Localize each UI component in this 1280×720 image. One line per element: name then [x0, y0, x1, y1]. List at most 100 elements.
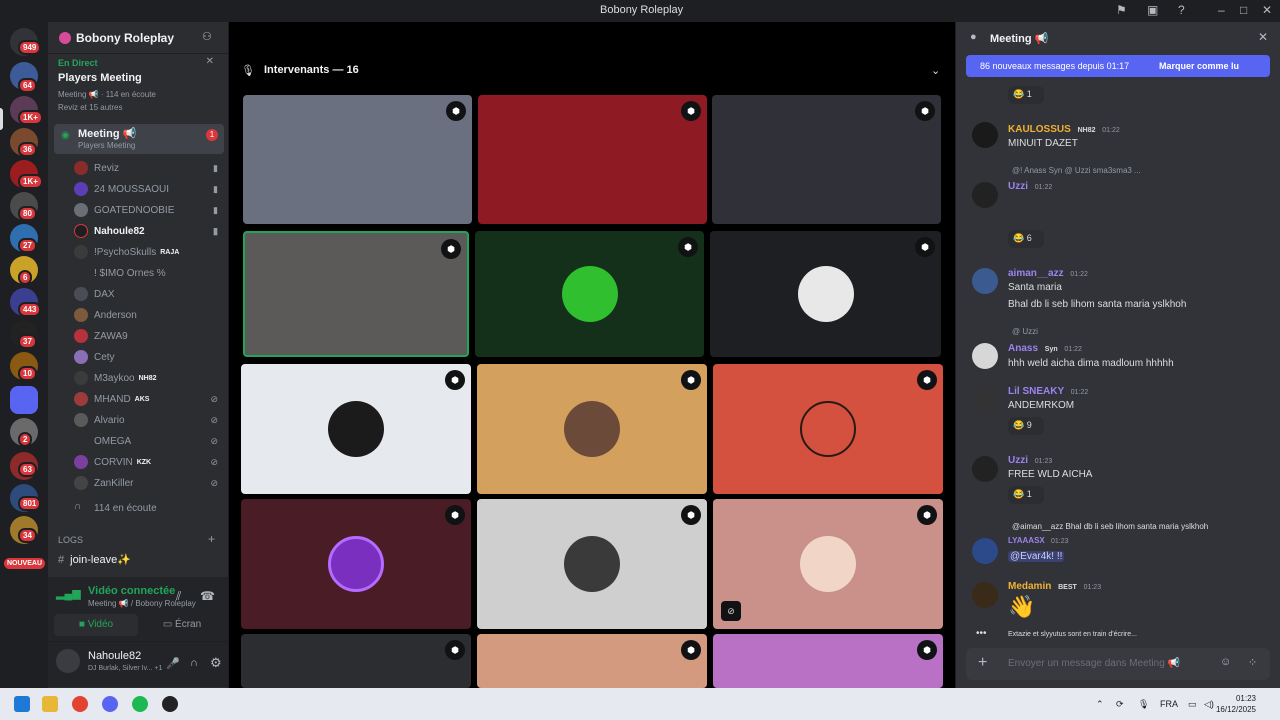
voice-member[interactable]: MHAND AKS ⊘: [74, 389, 224, 409]
avatar-tile[interactable]: ⬢: [241, 634, 471, 688]
language[interactable]: FRA: [1160, 699, 1178, 709]
message-input[interactable]: + Envoyer un message dans Meeting 📢 ☺ ⁘: [966, 648, 1270, 680]
reaction[interactable]: 😂 1: [1008, 86, 1044, 104]
app-icon[interactable]: [162, 696, 178, 712]
avatar-tile[interactable]: ⬢: [475, 231, 704, 357]
voice-member[interactable]: !PsychoSkulls RAJA: [74, 242, 224, 262]
voice-member[interactable]: ZAWA9: [74, 326, 224, 346]
disconnect-icon[interactable]: ☎: [200, 589, 215, 603]
mic-icon[interactable]: 🎙: [1138, 699, 1149, 710]
close-chat-icon[interactable]: ✕: [1258, 30, 1268, 44]
video-tile[interactable]: ⬢: [243, 95, 472, 224]
avatar-tile[interactable]: ⬢ ⊘: [713, 499, 943, 629]
clock[interactable]: 01:23 16/12/2025: [1216, 693, 1256, 715]
avatar-tile[interactable]: ⬢: [713, 634, 943, 688]
apps-icon[interactable]: ⁘: [1248, 656, 1257, 669]
tray-chevron-icon[interactable]: ⌃: [1096, 699, 1104, 710]
voice-member[interactable]: 24 MOUSSAOUI ▮: [74, 179, 224, 199]
avatar[interactable]: [972, 538, 998, 564]
chevron-down-icon[interactable]: ⌄: [931, 64, 940, 77]
avatar-tile[interactable]: ⬢: [477, 634, 707, 688]
user-name[interactable]: Nahoule82: [88, 650, 141, 662]
category-logs[interactable]: LOGS: [58, 535, 83, 545]
avatar[interactable]: [972, 582, 998, 608]
chevron-down-icon[interactable]: ⌄: [156, 30, 164, 41]
channel-join-leave[interactable]: # join-leave✨: [58, 553, 131, 566]
voice-member[interactable]: GOATEDNOOBIE ▮: [74, 200, 224, 220]
add-channel-icon[interactable]: +: [208, 532, 215, 546]
add-member-icon[interactable]: ⚇: [202, 30, 212, 43]
listeners-row[interactable]: ∩ 114 en écoute: [74, 498, 224, 518]
username[interactable]: aiman__azz 01:22: [1008, 268, 1088, 279]
avatar-tile[interactable]: ⬢: [713, 364, 943, 494]
server-header[interactable]: Bobony Roleplay ⌄ ⚇: [48, 22, 228, 54]
voice-member[interactable]: CORVIN KZK ⊘: [74, 452, 224, 472]
video-button[interactable]: ■ Vidéo: [54, 614, 138, 636]
avatar[interactable]: [972, 122, 998, 148]
video-tile-speaking[interactable]: ⬢: [243, 231, 469, 357]
voice-member[interactable]: Reviz ▮: [74, 158, 224, 178]
new-messages-bar[interactable]: 86 nouveaux messages depuis 01:17 Marque…: [966, 55, 1270, 77]
reply-preview[interactable]: @aiman__azz Bhal db li seb lihom santa m…: [1012, 522, 1208, 531]
voice-member[interactable]: ZanKiller ⊘: [74, 473, 224, 493]
avatar-tile[interactable]: ⬢: [477, 364, 707, 494]
username[interactable]: Lil SNEAKY 01:22: [1008, 386, 1088, 397]
inbox-icon[interactable]: ⚑: [1116, 3, 1127, 17]
username[interactable]: Uzzi 01:22: [1008, 181, 1052, 192]
screen-icon[interactable]: ▣: [1147, 3, 1158, 17]
sync-icon[interactable]: ⟳: [1116, 699, 1124, 710]
settings-icon[interactable]: ⚙: [210, 655, 222, 671]
chrome-icon[interactable]: [72, 696, 88, 712]
avatar-tile[interactable]: ⬢: [710, 231, 941, 357]
add-attachment-icon[interactable]: +: [978, 654, 987, 672]
live-event-card[interactable]: En Direct Players Meeting Meeting 📢 · 11…: [58, 56, 218, 112]
avatar-tile[interactable]: ⬢: [477, 499, 707, 629]
voice-member[interactable]: Cety: [74, 347, 224, 367]
avatar[interactable]: [972, 456, 998, 482]
folder-icon[interactable]: [10, 386, 38, 414]
video-tile[interactable]: ⬢: [478, 95, 707, 224]
voice-channel-meeting[interactable]: Meeting 📢 Players Meeting 1 ◉: [54, 124, 224, 154]
volume-icon[interactable]: ◁): [1204, 699, 1214, 710]
file-explorer-icon[interactable]: [42, 696, 58, 712]
reaction[interactable]: 😂 9: [1008, 417, 1044, 435]
avatar-tile[interactable]: ⬢: [241, 364, 471, 494]
sticker-icon[interactable]: ☺: [1220, 656, 1231, 668]
network-icon[interactable]: ▭: [1188, 699, 1197, 710]
discord-icon[interactable]: [102, 696, 118, 712]
headphones-icon[interactable]: ∩: [190, 657, 198, 669]
reply-preview[interactable]: @! Anass Syn @ Uzzi sma3sma3 ...: [1012, 166, 1141, 175]
mark-read-button[interactable]: Marquer comme lu: [1159, 61, 1239, 71]
voice-member[interactable]: Alvario ⊘: [74, 410, 224, 430]
maximize-icon[interactable]: □: [1240, 3, 1247, 17]
avatar[interactable]: [972, 182, 998, 208]
close-event-icon[interactable]: ✕: [206, 56, 214, 67]
reaction[interactable]: 😂 1: [1008, 486, 1044, 504]
help-icon[interactable]: ?: [1178, 3, 1185, 17]
close-icon[interactable]: ✕: [1262, 3, 1272, 17]
avatar[interactable]: [972, 343, 998, 369]
voice-member[interactable]: OMEGA ⊘: [74, 431, 224, 451]
reaction[interactable]: 😂 6: [1008, 230, 1044, 248]
avatar[interactable]: [972, 268, 998, 294]
noise-icon[interactable]: ⫽: [176, 589, 181, 604]
voice-member[interactable]: Anderson: [74, 305, 224, 325]
username[interactable]: KAULOSSUS NH82 01:22: [1008, 124, 1120, 135]
username[interactable]: Medamin BEST 01:23: [1008, 581, 1101, 592]
username[interactable]: Uzzi 01:23: [1008, 455, 1052, 466]
video-tile[interactable]: ⬢: [712, 95, 941, 224]
screen-share-button[interactable]: ▭ Écran: [140, 614, 224, 636]
voice-member[interactable]: ! $IMO Ornes %: [74, 263, 224, 283]
minimize-icon[interactable]: –: [1218, 3, 1225, 17]
avatar[interactable]: [972, 386, 998, 412]
avatar-tile[interactable]: ⬢: [241, 499, 471, 629]
username[interactable]: LYAAASX 01:23: [1008, 536, 1069, 545]
reply-preview[interactable]: @ Uzzi: [1012, 327, 1038, 336]
user-avatar[interactable]: [56, 649, 80, 673]
voice-member[interactable]: Nahoule82 ▮: [74, 221, 224, 241]
spotify-icon[interactable]: [132, 696, 148, 712]
username[interactable]: Anass Syn 01:22: [1008, 343, 1082, 354]
voice-member[interactable]: DAX: [74, 284, 224, 304]
start-icon[interactable]: [14, 696, 30, 712]
mic-icon[interactable]: 🎤: [166, 657, 180, 670]
